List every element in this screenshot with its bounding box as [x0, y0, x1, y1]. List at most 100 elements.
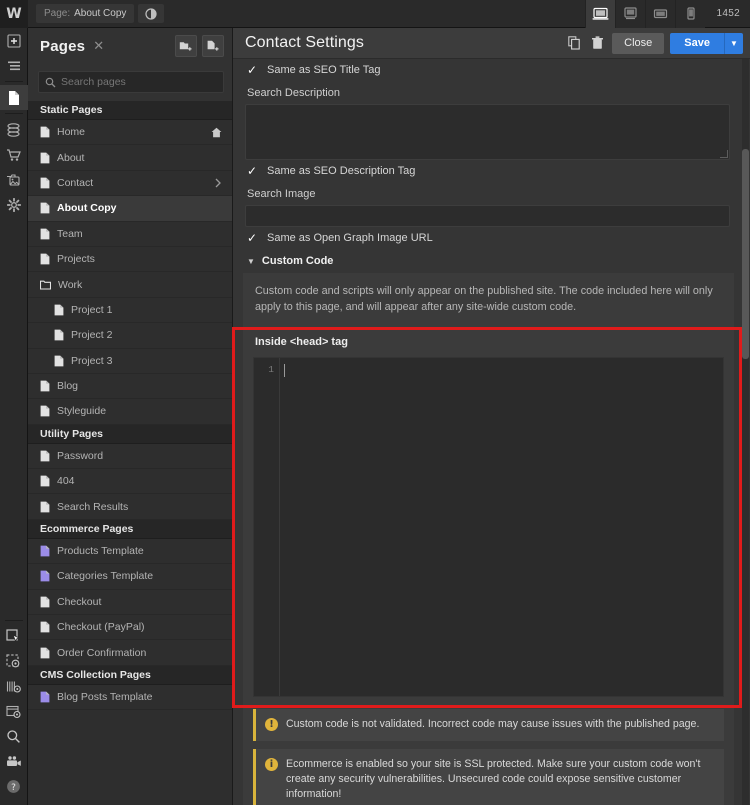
- page-title: Pages: [40, 37, 86, 55]
- current-page-chip[interactable]: Page: About Copy: [36, 4, 135, 23]
- list-item[interactable]: Team: [28, 222, 232, 247]
- preview-mode-button[interactable]: [0, 699, 28, 724]
- list-item[interactable]: Project 3: [28, 349, 232, 374]
- same-as-seo-description-row[interactable]: ✓ Same as SEO Description Tag: [245, 160, 730, 181]
- code-text-area[interactable]: [280, 358, 723, 696]
- device-tablet-portrait-button[interactable]: [614, 0, 645, 28]
- webflow-logo[interactable]: W: [0, 0, 28, 28]
- add-element-button[interactable]: [0, 28, 28, 53]
- notice-banner: i Ecommerce is enabled so your site is SS…: [253, 748, 724, 805]
- device-desktop-button[interactable]: [584, 0, 615, 28]
- cms-button[interactable]: [0, 117, 28, 142]
- page-icon: [40, 647, 50, 659]
- list-item[interactable]: Order Confirmation: [28, 640, 232, 666]
- same-as-seo-description-label: Same as SEO Description Tag: [267, 165, 416, 177]
- page-trigger-button[interactable]: [0, 649, 28, 674]
- settings-scrollbar[interactable]: [742, 59, 749, 805]
- list-item[interactable]: Checkout: [28, 590, 232, 616]
- notice-text: Ecommerce is enabled so your site is SSL…: [286, 757, 701, 801]
- search-input[interactable]: [61, 76, 217, 88]
- ecommerce-button[interactable]: [0, 142, 28, 167]
- page-icon: [40, 126, 50, 138]
- list-item[interactable]: About: [28, 145, 232, 171]
- video-camera-icon[interactable]: [0, 749, 28, 774]
- device-tablet-landscape-button[interactable]: [644, 0, 675, 28]
- folder-icon: [40, 280, 51, 290]
- list-item-label: Order Confirmation: [57, 646, 147, 659]
- caret-down-icon: ▼: [247, 256, 255, 266]
- resize-handle[interactable]: [720, 150, 728, 158]
- list-item[interactable]: Contact: [28, 171, 232, 197]
- search-description-input[interactable]: [245, 104, 730, 160]
- head-code-editor[interactable]: 1: [253, 357, 724, 698]
- close-icon[interactable]: ✕: [93, 38, 104, 54]
- pages-header-buttons: [175, 35, 224, 57]
- settings-scroll-content: ✓ Same as SEO Title Tag Search Descripti…: [233, 59, 742, 805]
- list-item-label: Styleguide: [57, 405, 107, 418]
- list-item[interactable]: Project 1: [28, 298, 232, 324]
- list-item[interactable]: 404: [28, 469, 232, 495]
- page-icon: [40, 405, 50, 417]
- page-settings-panel: Contact Settings Close Save ▼ ✓ Same as …: [233, 28, 750, 805]
- contrast-icon[interactable]: [138, 4, 165, 23]
- list-item-label: Home: [57, 126, 86, 139]
- custom-code-title: Custom Code: [261, 255, 334, 267]
- same-as-seo-title-row[interactable]: ✓ Same as SEO Title Tag: [245, 59, 730, 80]
- list-item-label: Projects: [57, 253, 95, 266]
- list-item[interactable]: Search Results: [28, 494, 232, 520]
- list-item-label: Team: [57, 227, 83, 240]
- navigator-button[interactable]: [0, 53, 28, 78]
- custom-code-header[interactable]: ▼ Custom Code: [243, 248, 734, 273]
- custom-code-section: ▼ Custom Code: [233, 248, 742, 273]
- settings-button[interactable]: [0, 192, 28, 217]
- toolbar-divider: [4, 620, 23, 621]
- assets-button[interactable]: [0, 167, 28, 192]
- chevron-down-icon[interactable]: ▼: [724, 32, 743, 54]
- inside-head-label: Inside <head> tag: [255, 336, 348, 349]
- list-item[interactable]: Project 2: [28, 323, 232, 349]
- scrollbar-thumb[interactable]: [742, 149, 749, 359]
- new-page-icon[interactable]: [202, 35, 224, 57]
- pages-button[interactable]: [0, 85, 28, 110]
- chevron-right-icon[interactable]: [214, 178, 222, 188]
- list-item[interactable]: Products Template: [28, 539, 232, 565]
- interactions-button[interactable]: [0, 624, 28, 649]
- pages-list[interactable]: Static Pages Home About Contact About Copy Te…: [28, 101, 232, 805]
- page-name: About Copy: [74, 8, 127, 19]
- list-item[interactable]: Checkout (PayPal): [28, 615, 232, 641]
- search-image-input[interactable]: [245, 205, 730, 227]
- list-item[interactable]: Home: [28, 120, 232, 146]
- page-icon: [54, 355, 64, 367]
- audit-button[interactable]: [0, 674, 28, 699]
- viewport-width-value[interactable]: 1452: [705, 8, 750, 19]
- list-item[interactable]: Blog: [28, 374, 232, 400]
- save-button[interactable]: Save: [670, 32, 724, 54]
- close-button[interactable]: Close: [612, 32, 665, 54]
- pages-search-wrap: [28, 64, 232, 101]
- help-button[interactable]: ?: [0, 774, 28, 799]
- list-item[interactable]: Blog Posts Template: [28, 685, 232, 711]
- page-icon: [40, 177, 50, 189]
- same-as-open-graph-row[interactable]: ✓ Same as Open Graph Image URL: [245, 227, 730, 248]
- search-box[interactable]: [38, 71, 224, 93]
- home-icon[interactable]: [211, 127, 222, 138]
- list-item[interactable]: Work: [28, 272, 232, 298]
- search-description-label: Search Description: [247, 87, 340, 99]
- search-image-label: Search Image: [247, 188, 316, 200]
- search-button[interactable]: [0, 724, 28, 749]
- list-item-label: Checkout: [57, 595, 102, 608]
- top-bar: W Page: About Copy 1452: [0, 0, 750, 28]
- left-toolbar: ?: [0, 28, 28, 805]
- new-folder-icon[interactable]: [175, 35, 197, 57]
- trash-icon[interactable]: [589, 36, 606, 50]
- list-item[interactable]: Categories Template: [28, 564, 232, 590]
- duplicate-icon[interactable]: [566, 36, 583, 50]
- device-mobile-button[interactable]: [674, 0, 705, 28]
- page-icon: [40, 202, 50, 214]
- custom-code-notices: ! Custom code is not validated. Incorrect…: [243, 703, 734, 805]
- list-item[interactable]: Password: [28, 444, 232, 470]
- list-item[interactable]: Projects: [28, 247, 232, 273]
- notice-text: Custom code is not validated. Incorrect …: [286, 718, 700, 731]
- list-item[interactable]: Styleguide: [28, 399, 232, 425]
- list-item[interactable]: About Copy: [28, 196, 232, 222]
